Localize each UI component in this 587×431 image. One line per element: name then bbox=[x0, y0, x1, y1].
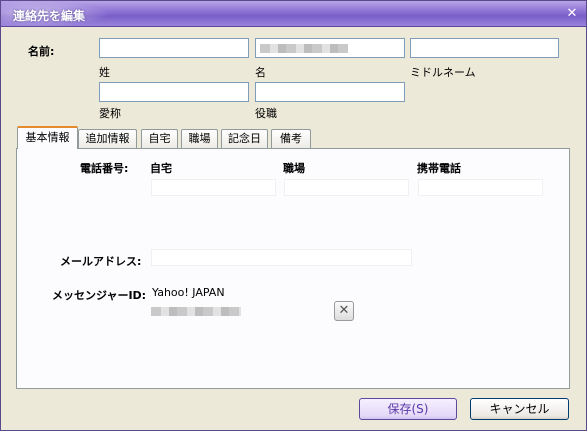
nickname-input[interactable] bbox=[99, 82, 249, 102]
tab-basic-info[interactable]: 基本情報 bbox=[17, 126, 78, 149]
phone-work-input[interactable] bbox=[284, 179, 409, 196]
remove-icon[interactable]: ✕ bbox=[334, 301, 354, 321]
phone-mobile-input[interactable] bbox=[418, 179, 543, 196]
phone-home-label: 自宅 bbox=[150, 162, 172, 175]
tab-home[interactable]: 自宅 bbox=[141, 129, 178, 148]
nickname-label: 愛称 bbox=[99, 107, 121, 120]
save-button[interactable]: 保存(S) bbox=[359, 398, 457, 420]
email-input[interactable] bbox=[151, 249, 412, 266]
redacted-messenger-id bbox=[151, 307, 241, 316]
tab-notes[interactable]: 備考 bbox=[271, 129, 311, 148]
dialog-title: 連絡先を編集 bbox=[13, 9, 86, 23]
middle-name-label: ミドルネーム bbox=[410, 66, 476, 79]
basic-info-panel: 電話番号: 自宅 職場 携帯電話 メールアドレス: メッセンジャーID: Yah… bbox=[16, 148, 570, 389]
edit-contact-dialog: 連絡先を編集 ✕ 名前: 姓 名 ミドルネーム 愛称 役職 基本情報 追加情報 … bbox=[0, 0, 587, 431]
phone-label: 電話番号: bbox=[80, 162, 129, 175]
first-name-label: 名 bbox=[255, 66, 266, 79]
redacted-first-name bbox=[260, 44, 348, 53]
cancel-button[interactable]: キャンセル bbox=[470, 398, 569, 420]
phone-mobile-label: 携帯電話 bbox=[417, 162, 461, 175]
tab-additional-info[interactable]: 追加情報 bbox=[78, 129, 137, 148]
phone-home-input[interactable] bbox=[151, 179, 276, 196]
last-name-input[interactable] bbox=[99, 38, 249, 58]
tab-work[interactable]: 職場 bbox=[181, 129, 218, 148]
first-name-input[interactable] bbox=[255, 38, 405, 58]
tab-anniversary[interactable]: 記念日 bbox=[221, 129, 268, 148]
close-icon[interactable]: ✕ bbox=[564, 6, 580, 22]
middle-name-input[interactable] bbox=[410, 38, 559, 58]
messenger-service: Yahoo! JAPAN bbox=[152, 286, 225, 299]
name-label: 名前: bbox=[28, 45, 55, 58]
last-name-label: 姓 bbox=[99, 66, 110, 79]
phone-work-label: 職場 bbox=[283, 162, 305, 175]
messenger-label: メッセンジャーID: bbox=[52, 289, 147, 302]
email-label: メールアドレス: bbox=[60, 255, 142, 268]
job-title-input[interactable] bbox=[255, 82, 405, 102]
job-title-label: 役職 bbox=[255, 107, 277, 120]
title-bar[interactable]: 連絡先を編集 ✕ bbox=[1, 1, 586, 27]
